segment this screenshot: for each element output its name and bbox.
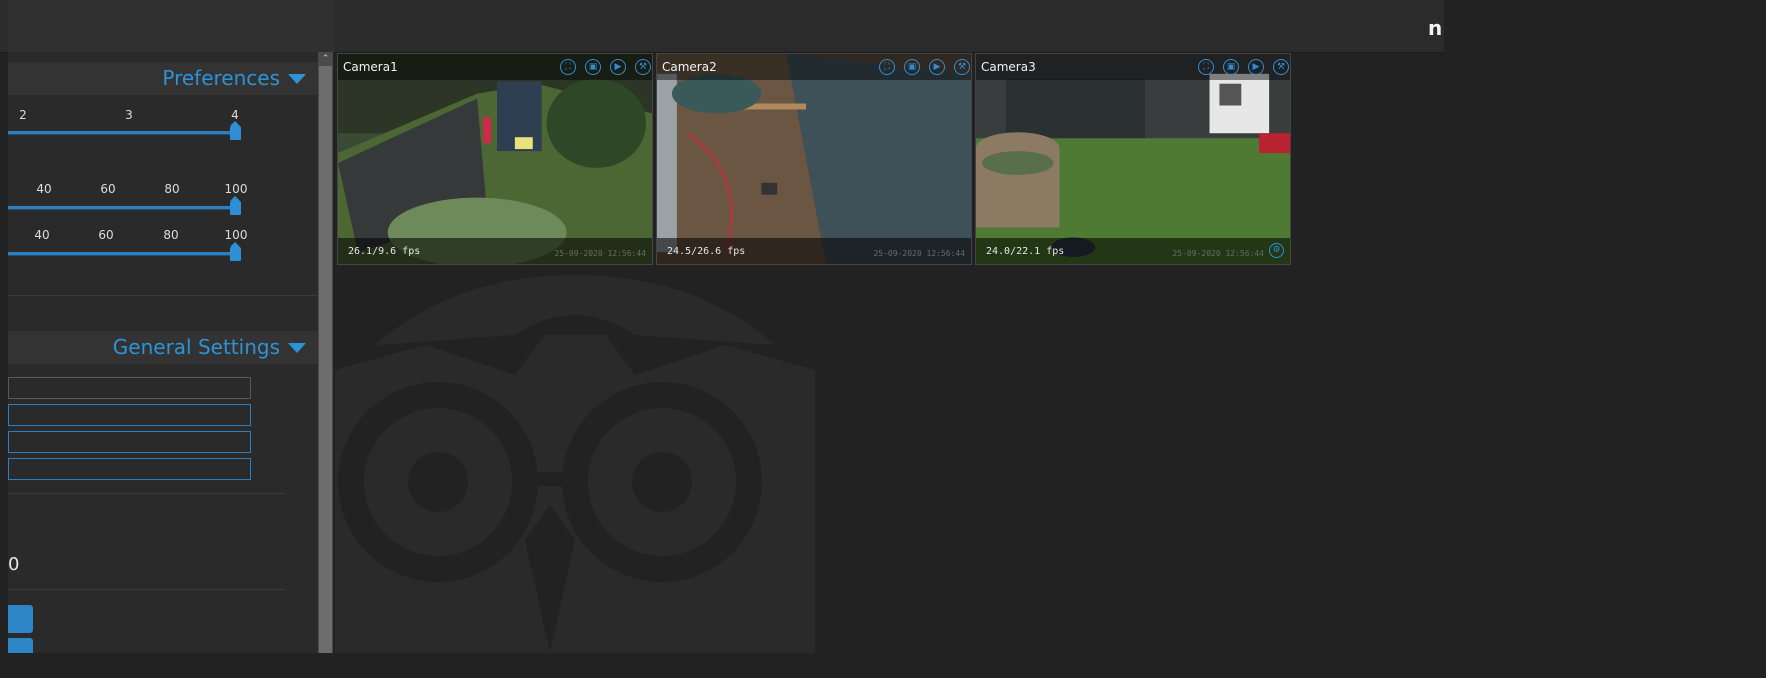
camera-feed-image	[657, 54, 971, 264]
play-icon[interactable]: ▶	[929, 59, 945, 75]
scrollbar-thumb[interactable]	[319, 66, 332, 653]
settings-input[interactable]	[8, 377, 251, 399]
slider-tick: 40	[34, 228, 50, 242]
slider-tick: 40	[36, 182, 52, 196]
preferences-header[interactable]: Preferences	[8, 62, 318, 95]
camera-fps: 26.1/9.6 fps	[348, 246, 421, 257]
play-icon[interactable]: ▶	[1248, 59, 1264, 75]
fullscreen-icon[interactable]: ⛶	[1198, 59, 1214, 75]
snapshot-icon[interactable]: ▣	[1223, 59, 1239, 75]
setting-value: 0	[8, 554, 20, 575]
action-button[interactable]	[8, 605, 33, 633]
slider-tick: 60	[100, 182, 116, 196]
fullscreen-icon[interactable]: ⛶	[879, 59, 895, 75]
slider-tick: 80	[164, 182, 180, 196]
caret-down-icon	[288, 343, 306, 353]
slider-track[interactable]	[8, 131, 238, 135]
caret-down-icon	[288, 74, 306, 84]
settings-input[interactable]	[8, 458, 251, 480]
owl-watermark-icon	[335, 275, 815, 653]
slider-tick: 4	[231, 108, 239, 122]
play-icon[interactable]: ▶	[610, 59, 626, 75]
settings-input[interactable]	[8, 404, 251, 426]
sidebar: Preferences 2 3 4 40 60 80 100 40 60 80 …	[8, 52, 318, 653]
camera-tile-1[interactable]: Camera1 ⛶ ▣ ▶ ⚒ 26.1/9.6 fps 25-09-2020 …	[337, 53, 653, 265]
camera-fps: 24.0/22.1 fps	[986, 246, 1065, 257]
snapshot-icon[interactable]: ▣	[904, 59, 920, 75]
slider-track[interactable]	[8, 252, 238, 256]
slider-tick: 2	[19, 108, 27, 122]
settings-icon[interactable]: ⚒	[635, 59, 651, 75]
camera-timestamp: 25-09-2020 12:56:44	[554, 249, 646, 258]
camera-footer: 26.1/9.6 fps 25-09-2020 12:56:44	[338, 238, 652, 264]
preferences-title: Preferences	[162, 66, 280, 90]
camera-timestamp: 25-09-2020 12:56:44	[873, 249, 965, 258]
camera-title-bar: Camera1 ⛶ ▣ ▶ ⚒	[338, 54, 652, 80]
slider-tick: 60	[98, 228, 114, 242]
general-settings-header[interactable]: General Settings	[8, 331, 318, 364]
camera-feed-image	[338, 54, 652, 264]
camera-timestamp: 25-09-2020 12:56:44	[1172, 249, 1264, 258]
general-settings-title: General Settings	[112, 335, 280, 359]
camera-title-bar: Camera2 ⛶ ▣ ▶ ⚒	[657, 54, 971, 80]
fullscreen-icon[interactable]: ⛶	[560, 59, 576, 75]
app-logo: n	[1428, 16, 1443, 40]
camera-footer: 24.5/26.6 fps 25-09-2020 12:56:44	[657, 238, 971, 264]
slider-track[interactable]	[8, 206, 238, 210]
settings-icon[interactable]: ⚙	[1269, 243, 1284, 258]
slider-handle[interactable]	[230, 196, 241, 215]
camera-title-bar: Camera3 ⛶ ▣ ▶ ⚒	[976, 54, 1290, 80]
section-divider	[8, 493, 285, 494]
slider-tick: 3	[125, 108, 133, 122]
camera-tile-2[interactable]: Camera2 ⛶ ▣ ▶ ⚒ 24.5/26.6 fps 25-09-2020…	[656, 53, 972, 265]
settings-input[interactable]	[8, 431, 251, 453]
slider-tick: 100	[224, 182, 248, 196]
top-bar-left-panel	[8, 0, 335, 52]
slider-handle[interactable]	[230, 121, 241, 140]
settings-icon[interactable]: ⚒	[1273, 59, 1289, 75]
snapshot-icon[interactable]: ▣	[585, 59, 601, 75]
camera-name: Camera1	[343, 60, 398, 74]
slider-tick: 80	[163, 228, 179, 242]
camera-name: Camera2	[662, 60, 717, 74]
slider-handle[interactable]	[230, 242, 241, 261]
camera-footer: 24.0/22.1 fps 25-09-2020 12:56:44 ⚙	[976, 238, 1290, 264]
camera-tile-3[interactable]: Camera3 ⛶ ▣ ▶ ⚒ 24.0/22.1 fps 25-09-2020…	[975, 53, 1291, 265]
settings-icon[interactable]: ⚒	[954, 59, 970, 75]
slider-tick: 100	[224, 228, 248, 242]
camera-name: Camera3	[981, 60, 1036, 74]
scroll-up-arrow-icon[interactable]: ⌃	[318, 52, 333, 66]
section-divider	[8, 589, 285, 590]
action-button[interactable]	[8, 638, 33, 653]
section-divider	[8, 295, 318, 296]
camera-feed-image	[976, 54, 1290, 264]
camera-fps: 24.5/26.6 fps	[667, 246, 746, 257]
